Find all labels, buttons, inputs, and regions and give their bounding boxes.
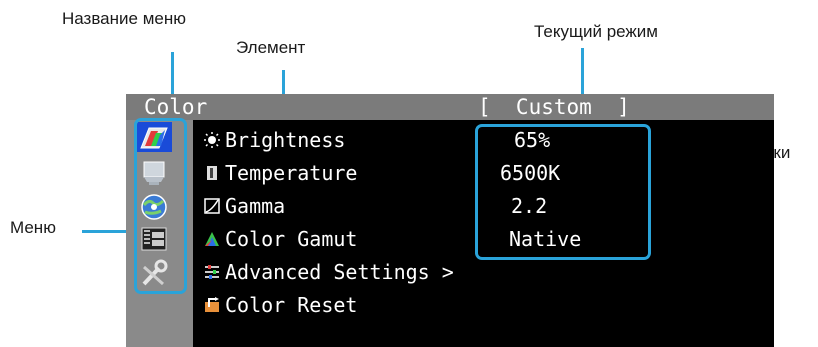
temperature-icon — [207, 166, 217, 180]
color-gamut-icon — [205, 232, 219, 246]
item-label-gamma: Gamma — [225, 194, 286, 218]
current-mode: [ Custom ] — [478, 95, 630, 119]
advanced-settings-icon — [205, 265, 219, 279]
osd-title-bar: Color [ Custom ] — [126, 94, 774, 120]
leader-line-current-mode — [581, 48, 584, 96]
color-reset-icon — [205, 297, 219, 312]
brightness-icon — [204, 132, 220, 148]
callout-menu-name: Название меню — [62, 9, 186, 28]
item-label-color-reset: Color Reset — [225, 293, 358, 317]
item-color-gamut[interactable]: Color Gamut — [204, 224, 357, 254]
item-temperature[interactable]: Temperature — [204, 158, 357, 188]
item-label-brightness: Brightness — [225, 128, 346, 152]
item-label-advanced-settings: Advanced Settings > — [225, 260, 454, 284]
item-advanced-settings[interactable]: Advanced Settings > — [204, 257, 454, 287]
callout-menu: Меню — [10, 218, 56, 237]
highlight-menu — [134, 118, 187, 294]
item-color-reset[interactable]: Color Reset — [204, 290, 357, 320]
menu-title: Color — [144, 95, 208, 119]
item-brightness[interactable]: Brightness — [204, 125, 345, 155]
gamma-icon — [204, 198, 220, 214]
osd-screen: Color [ Custom ] Brightness Temperature … — [126, 94, 774, 347]
callout-item: Элемент — [236, 38, 306, 57]
leader-line-menu-name — [171, 52, 174, 100]
highlight-settings — [475, 124, 651, 260]
item-gamma[interactable]: Gamma — [204, 191, 285, 221]
item-label-temperature: Temperature — [225, 161, 358, 185]
item-label-color-gamut: Color Gamut — [225, 227, 358, 251]
callout-current-mode: Текущий режим — [534, 22, 658, 41]
